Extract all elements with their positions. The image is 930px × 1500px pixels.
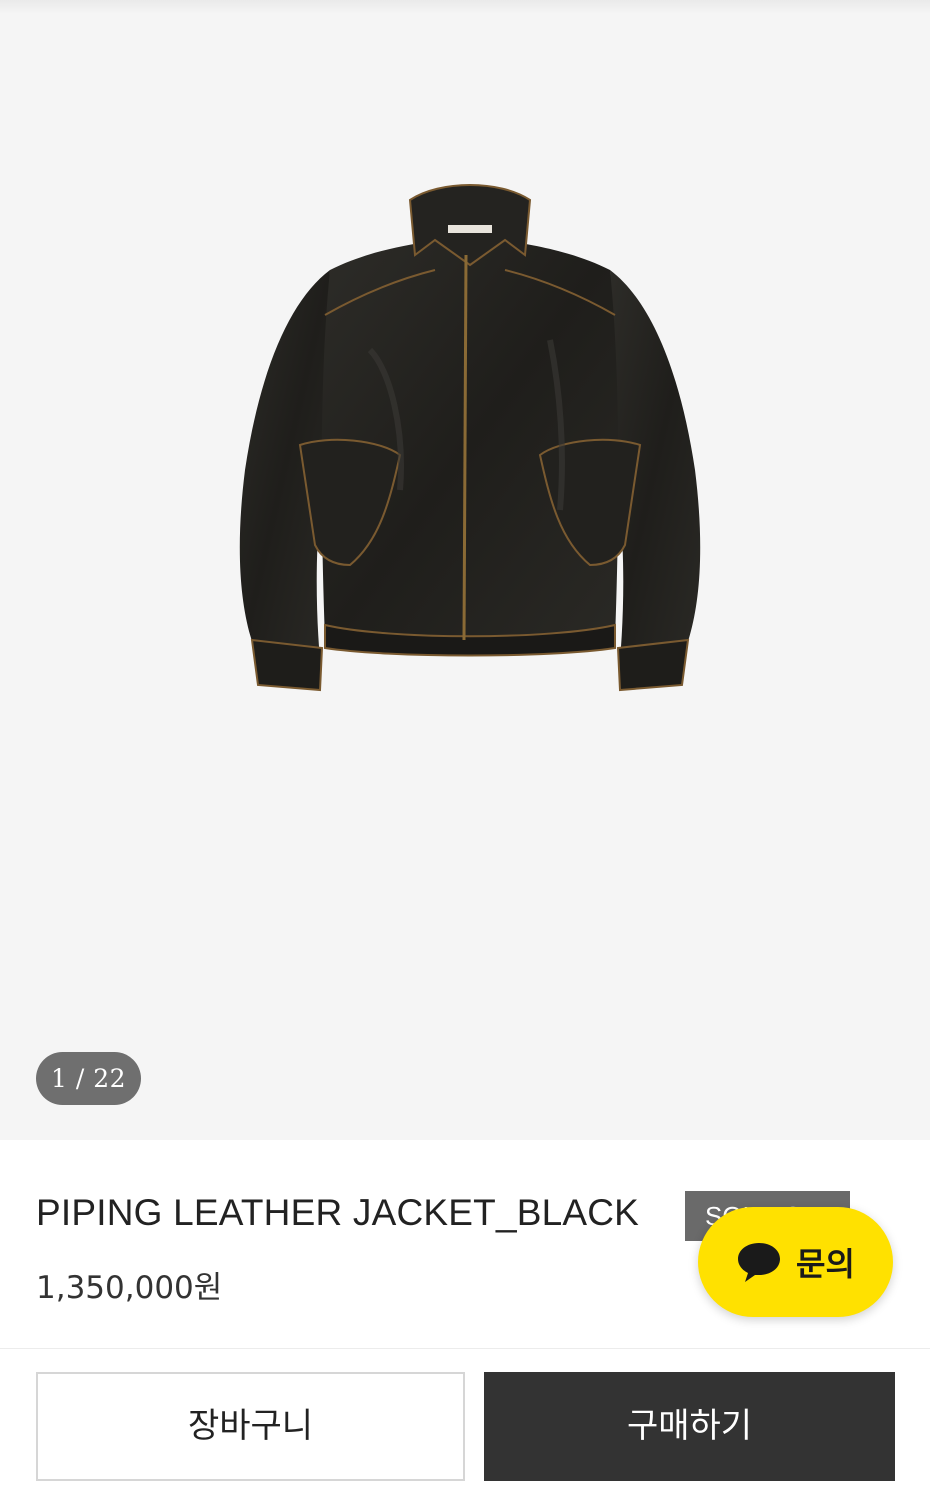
image-counter: 1 / 22 [36,1052,141,1105]
product-price: 1,350,000원 [36,1270,223,1306]
chat-label: 문의 [796,1245,855,1283]
add-to-cart-button[interactable]: 장바구니 [36,1372,465,1481]
gallery-top-shadow [0,0,930,14]
product-image-gallery[interactable]: 1 / 22 [0,0,930,1140]
chat-bubble-icon [738,1243,781,1282]
inquiry-chat-button[interactable]: 문의 [698,1207,893,1317]
product-title: PIPING LEATHER JACKET_BLACK [36,1192,640,1233]
buy-now-button[interactable]: 구매하기 [484,1372,895,1481]
product-image[interactable] [220,170,720,730]
